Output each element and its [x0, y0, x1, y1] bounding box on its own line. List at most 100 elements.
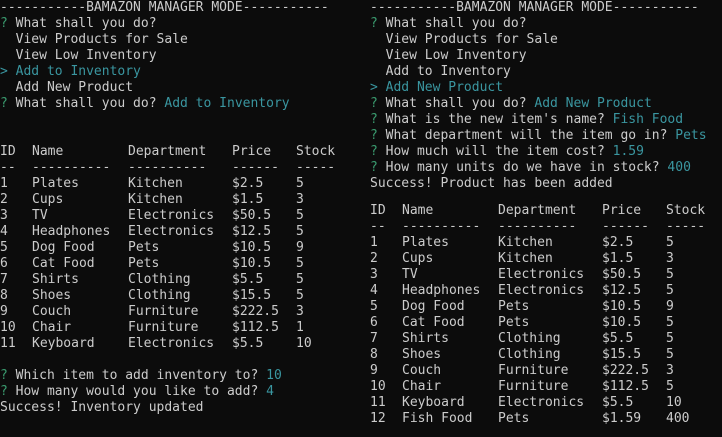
- table-cell: Shirts: [402, 331, 449, 347]
- table-cell: 3: [296, 304, 304, 319]
- table-cell: Electronics: [498, 395, 585, 411]
- prompt-question: Which item to add inventory to?: [15, 368, 259, 383]
- table-cell: Furniture: [128, 320, 199, 335]
- result-message: Success! Product has been added: [370, 176, 613, 192]
- table-cell: 10: [666, 395, 682, 411]
- table-cell: Couch: [32, 304, 72, 319]
- column-divider: ------: [602, 219, 649, 235]
- prompt-line: ? What department will the item go in? P…: [370, 128, 707, 144]
- table-cell: Dog Food: [32, 240, 95, 255]
- table-cell: 11: [0, 336, 16, 351]
- table-cell: $1.59: [602, 411, 642, 427]
- result-text: Success! Product has been added: [370, 176, 613, 191]
- table-cell: Clothing: [128, 272, 191, 287]
- table-cell: 5: [296, 224, 304, 239]
- table-cell: $10.5: [602, 315, 642, 331]
- table-cell: $10.5: [602, 299, 642, 315]
- table-cell: 8: [0, 288, 8, 303]
- prompt-answer: 400: [667, 160, 691, 175]
- column-divider: ----------: [498, 219, 577, 235]
- menu-option-label: View Low Inventory: [385, 48, 527, 63]
- table-cell: 12: [370, 411, 386, 427]
- table-cell: $50.5: [232, 208, 272, 223]
- table-cell: $10.5: [232, 256, 272, 271]
- prompt-icon: ?: [0, 96, 8, 111]
- table-cell: Furniture: [498, 363, 569, 379]
- table-cell: 5: [296, 272, 304, 287]
- table-cell: Kitchen: [128, 176, 183, 191]
- table-cell: 7: [370, 331, 378, 347]
- menu-option[interactable]: View Products for Sale: [0, 32, 188, 48]
- table-cell: 5: [0, 240, 8, 255]
- table-cell: 9: [296, 240, 304, 255]
- result-text: Success! Inventory updated: [0, 400, 204, 415]
- column-header: Department: [498, 203, 577, 219]
- table-cell: $2.5: [602, 235, 634, 251]
- table-cell: $2.5: [232, 176, 264, 191]
- table-cell: Clothing: [498, 347, 561, 363]
- menu-option[interactable]: View Low Inventory: [370, 48, 527, 64]
- menu-option-label: View Low Inventory: [15, 48, 157, 63]
- table-cell: 5: [666, 331, 674, 347]
- table-cell: 10: [0, 320, 16, 335]
- banner-text: -----------BAMAZON MANAGER MODE---------…: [370, 0, 699, 15]
- table-cell: 10: [296, 336, 312, 351]
- table-cell: $1.5: [602, 251, 634, 267]
- table-cell: 5: [666, 347, 674, 363]
- table-cell: Plates: [402, 235, 449, 251]
- prompt-icon: ?: [370, 160, 378, 175]
- terminal-pane-right: -----------BAMAZON MANAGER MODE---------…: [370, 0, 722, 437]
- menu-question-text: What shall you do?: [385, 16, 527, 31]
- table-cell: TV: [402, 267, 418, 283]
- prompt-line: ? How many would you like to add? 4: [0, 384, 274, 400]
- table-cell: Chair: [402, 379, 442, 395]
- banner: -----------BAMAZON MANAGER MODE---------…: [370, 0, 699, 16]
- answer-question-text: What shall you do?: [15, 96, 157, 111]
- table-cell: $5.5: [232, 336, 264, 351]
- table-cell: 4: [0, 224, 8, 239]
- menu-question: ? What shall you do?: [370, 16, 527, 32]
- table-cell: 3: [0, 208, 8, 223]
- menu-option[interactable]: Add to Inventory: [370, 64, 511, 80]
- table-cell: 7: [0, 272, 8, 287]
- table-cell: Kitchen: [128, 192, 183, 207]
- menu-answer: ? What shall you do? Add to Inventory: [0, 96, 290, 112]
- prompt-line: ? What is the new item's name? Fish Food: [370, 112, 683, 128]
- prompt-answer: 4: [266, 384, 274, 399]
- table-cell: 9: [666, 299, 674, 315]
- prompt-icon: ?: [0, 16, 8, 31]
- table-cell: Keyboard: [402, 395, 465, 411]
- column-divider: ----------: [32, 160, 111, 175]
- column-header: Price: [232, 144, 272, 159]
- table-cell: Electronics: [128, 208, 215, 223]
- table-cell: Cups: [32, 192, 64, 207]
- table-cell: Shirts: [32, 272, 79, 287]
- menu-option[interactable]: View Products for Sale: [370, 32, 558, 48]
- prompt-question: What is the new item's name?: [385, 112, 605, 127]
- table-cell: 9: [0, 304, 8, 319]
- prompt-icon: ?: [370, 16, 378, 31]
- table-cell: 10: [370, 379, 386, 395]
- column-header: Name: [402, 203, 434, 219]
- menu-option[interactable]: > Add to Inventory: [0, 64, 141, 80]
- menu-option[interactable]: View Low Inventory: [0, 48, 157, 64]
- table-cell: 5: [370, 299, 378, 315]
- table-cell: Electronics: [498, 267, 585, 283]
- table-cell: Shoes: [402, 347, 442, 363]
- menu-option[interactable]: Add New Product: [0, 80, 133, 96]
- menu-option-label: View Products for Sale: [385, 32, 558, 47]
- table-cell: TV: [32, 208, 48, 223]
- prompt-line: ? Which item to add inventory to? 10: [0, 368, 282, 384]
- table-cell: Chair: [32, 320, 72, 335]
- column-divider: ----------: [128, 160, 207, 175]
- table-cell: Cups: [402, 251, 434, 267]
- table-cell: 3: [296, 192, 304, 207]
- menu-option[interactable]: > Add New Product: [370, 80, 503, 96]
- prompt-line: ? How much will the item cost? 1.59: [370, 144, 644, 160]
- table-cell: Cat Food: [32, 256, 95, 271]
- answer-question-text: What shall you do?: [385, 96, 527, 111]
- table-cell: $5.5: [602, 395, 634, 411]
- table-cell: 3: [666, 363, 674, 379]
- column-header: Stock: [296, 144, 336, 159]
- table-cell: 2: [0, 192, 8, 207]
